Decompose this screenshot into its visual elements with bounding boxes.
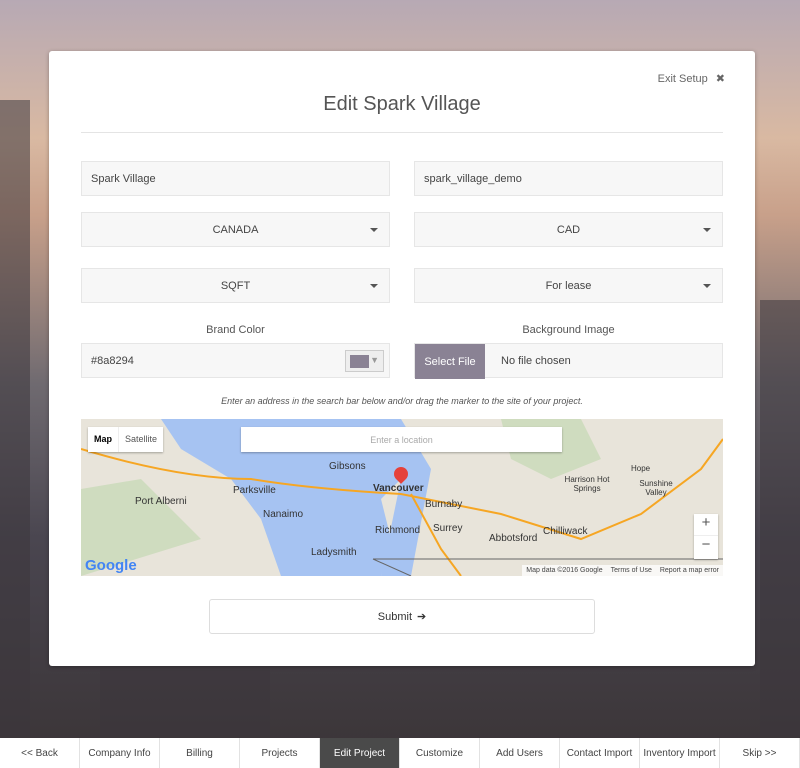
nav-company-info[interactable]: Company Info [80, 738, 160, 768]
nav-billing[interactable]: Billing [160, 738, 240, 768]
listing-type-value: For lease [545, 279, 592, 292]
exit-label: Exit Setup [657, 72, 708, 85]
color-picker[interactable]: ▼ [345, 350, 384, 372]
chevron-down-icon [703, 228, 711, 232]
nav-skip[interactable]: Skip >> [720, 738, 800, 768]
file-status: No file chosen [501, 354, 571, 367]
report-map-error-link[interactable]: Report a map error [660, 567, 719, 574]
unit-value: SQFT [220, 279, 251, 292]
map-label: Gibsons [329, 461, 366, 472]
zoom-in-button[interactable]: + [694, 514, 718, 536]
nav-add-users[interactable]: Add Users [480, 738, 560, 768]
location-search-input[interactable]: Enter a location [241, 427, 562, 452]
unit-select[interactable]: SQFT [81, 268, 390, 303]
map-label: Hope [631, 464, 651, 473]
map-label: Chilliwack [543, 526, 588, 537]
chevron-down-icon [370, 284, 378, 288]
map-hint: Enter an address in the search bar below… [221, 396, 583, 406]
map-label: Burnaby [425, 499, 463, 510]
google-logo: Google [85, 557, 137, 574]
map-attribution: Map data ©2016 Google [526, 567, 603, 574]
submit-button[interactable]: Submit ➔ [209, 599, 595, 634]
setup-card: Exit Setup ✖ Edit Spark Village Spark Vil… [49, 51, 755, 666]
exit-setup-button[interactable]: Exit Setup ✖ [657, 72, 725, 86]
color-swatch [350, 355, 369, 368]
map-label: Sunshine Valley [639, 479, 673, 497]
map-label: Vancouver [373, 483, 424, 494]
map-label: Port Alberni [135, 496, 187, 507]
nav-edit-project[interactable]: Edit Project [320, 738, 400, 768]
arrow-right-icon: ➔ [417, 611, 427, 623]
map[interactable]: Gibsons Vancouver Burnaby Parksville Por… [81, 419, 723, 576]
divider [81, 132, 723, 133]
map-label: Richmond [375, 525, 421, 536]
submit-label: Submit [377, 610, 413, 623]
country-select[interactable]: CANADA [81, 212, 390, 247]
background-building [0, 100, 30, 740]
nav-contact-import[interactable]: Contact Import [560, 738, 640, 768]
background-image-label: Background Image [522, 324, 615, 336]
map-type-map[interactable]: Map [88, 427, 118, 452]
brand-color-input[interactable]: #8a8294 ▼ [81, 343, 390, 378]
map-type-control: Map Satellite [88, 427, 164, 452]
nav-inventory-import[interactable]: Inventory Import [640, 738, 720, 768]
zoom-control: + − [694, 514, 718, 559]
country-value: CANADA [212, 223, 259, 236]
zoom-out-button[interactable]: − [694, 536, 718, 553]
slug-input[interactable]: spark_village_demo [414, 161, 723, 196]
nav-projects[interactable]: Projects [240, 738, 320, 768]
chevron-down-icon [370, 228, 378, 232]
brand-color-value: #8a8294 [91, 354, 134, 367]
map-type-satellite[interactable]: Satellite [118, 427, 163, 452]
terms-link[interactable]: Terms of Use [611, 567, 652, 574]
map-label: Nanaimo [263, 509, 304, 520]
background-building [100, 670, 270, 740]
brand-color-label: Brand Color [206, 324, 265, 336]
setup-nav: << Back Company Info Billing Projects Ed… [0, 738, 800, 768]
listing-type-select[interactable]: For lease [414, 268, 723, 303]
map-label: Surrey [433, 523, 463, 534]
background-building [760, 300, 800, 740]
page-title: Edit Spark Village [323, 93, 481, 115]
close-icon: ✖ [715, 73, 725, 85]
map-label: Abbotsford [489, 533, 538, 544]
nav-back[interactable]: << Back [0, 738, 80, 768]
caret-down-icon: ▼ [370, 355, 379, 365]
select-file-button[interactable]: Select File [415, 344, 485, 379]
map-label: Harrison Hot Springs [564, 475, 610, 493]
map-label: Parksville [233, 485, 276, 496]
currency-value: CAD [556, 223, 581, 236]
background-image-input[interactable]: Select File No file chosen [414, 343, 723, 379]
map-label: Ladysmith [311, 547, 357, 558]
project-name-input[interactable]: Spark Village [81, 161, 390, 196]
chevron-down-icon [703, 284, 711, 288]
currency-select[interactable]: CAD [414, 212, 723, 247]
nav-customize[interactable]: Customize [400, 738, 480, 768]
